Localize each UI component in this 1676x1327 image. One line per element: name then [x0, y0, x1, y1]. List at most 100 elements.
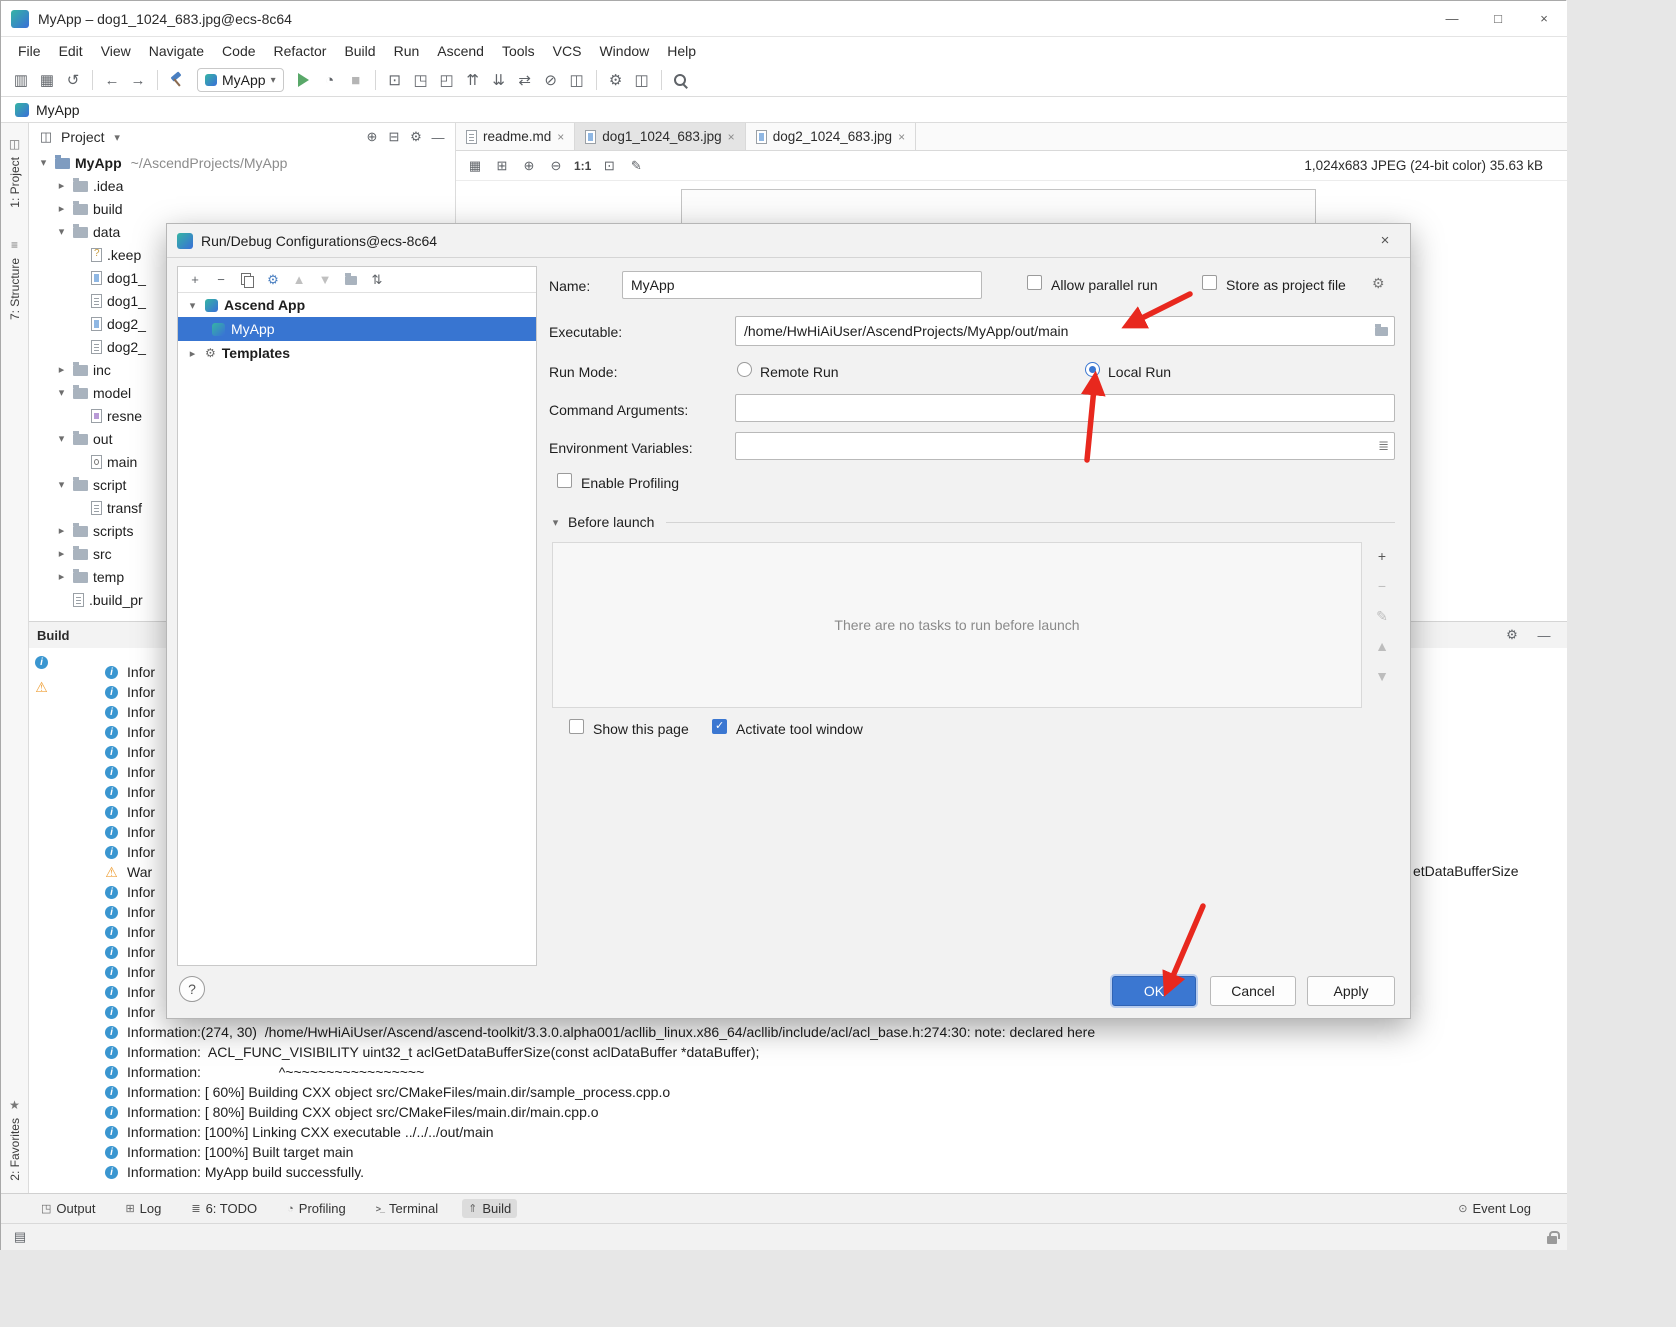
lock-icon[interactable]	[1547, 1230, 1560, 1244]
menu-item[interactable]: Navigate	[140, 40, 213, 62]
settings-wrench-icon[interactable]	[604, 68, 628, 92]
tab-dog2-image[interactable]: dog2_1024_683.jpg	[746, 123, 917, 150]
chevron-icon[interactable]	[37, 156, 50, 169]
menu-item[interactable]: Refactor	[265, 40, 336, 62]
help-button[interactable]	[179, 976, 205, 1002]
stop-icon[interactable]	[344, 68, 368, 92]
dialog-close-icon[interactable]	[1370, 232, 1400, 249]
move-down-icon[interactable]	[317, 272, 333, 288]
tool-window-button[interactable]: Build	[462, 1199, 518, 1218]
build-hammer-icon[interactable]	[165, 68, 189, 92]
chevron-icon[interactable]	[549, 516, 562, 529]
store-as-project-file-checkbox[interactable]	[1202, 275, 1217, 290]
remove-configuration-icon[interactable]	[213, 272, 229, 288]
back-icon[interactable]	[100, 68, 124, 92]
download-icon[interactable]	[487, 68, 511, 92]
menu-item[interactable]: Help	[658, 40, 705, 62]
locate-file-icon[interactable]	[363, 128, 381, 146]
tool-window-button[interactable]: Terminal	[370, 1199, 444, 1218]
ok-button[interactable]: OK	[1112, 976, 1196, 1006]
menu-item[interactable]: View	[92, 40, 140, 62]
menu-item[interactable]: Build	[335, 40, 384, 62]
event-log-button[interactable]: Event Log	[1452, 1199, 1537, 1218]
menu-item[interactable]: Code	[213, 40, 264, 62]
settings-gear-icon[interactable]	[1503, 626, 1521, 644]
project-root-row[interactable]: MyApp ~/AscendProjects/MyApp	[29, 151, 455, 174]
maximize-icon[interactable]	[1475, 1, 1521, 36]
tool-window-button[interactable]: 6: TODO	[185, 1199, 263, 1218]
sort-configurations-icon[interactable]	[369, 272, 385, 288]
activate-tool-window-checkbox[interactable]	[712, 719, 727, 734]
minimize-icon[interactable]	[1429, 1, 1475, 36]
edit-variables-icon[interactable]	[1378, 438, 1389, 454]
profiler-icon[interactable]	[318, 68, 342, 92]
remove-task-icon[interactable]	[1372, 576, 1392, 596]
zoom-in-icon[interactable]	[520, 157, 538, 175]
tab-close-icon[interactable]	[898, 130, 905, 144]
edit-task-icon[interactable]	[1372, 606, 1392, 626]
tool-stripe-structure[interactable]: 7: Structure	[8, 238, 22, 320]
zoom-out-icon[interactable]	[547, 157, 565, 175]
menu-item[interactable]: Ascend	[428, 40, 493, 62]
warning-filter-icon[interactable]	[35, 679, 48, 696]
menu-item[interactable]: VCS	[544, 40, 591, 62]
move-task-down-icon[interactable]	[1372, 666, 1392, 686]
info-filter-icon[interactable]	[35, 656, 48, 669]
save-all-icon[interactable]	[35, 68, 59, 92]
breadcrumb[interactable]: MyApp	[36, 102, 80, 118]
close-icon[interactable]	[1521, 1, 1567, 36]
remote-debug-icon[interactable]	[435, 68, 459, 92]
hide-panel-icon[interactable]	[1535, 626, 1553, 644]
command-arguments-input[interactable]	[735, 394, 1395, 422]
tab-close-icon[interactable]	[557, 130, 564, 144]
cancel-button[interactable]: Cancel	[1210, 976, 1296, 1006]
copy-configuration-icon[interactable]	[239, 272, 255, 288]
menu-item[interactable]: Tools	[493, 40, 544, 62]
tab-dog1-image[interactable]: dog1_1024_683.jpg	[575, 123, 746, 150]
settings-gear-icon[interactable]	[407, 128, 425, 146]
show-this-page-checkbox[interactable]	[569, 719, 584, 734]
menu-item[interactable]: File	[9, 40, 50, 62]
project-tree-item[interactable]: .idea	[29, 174, 455, 197]
run-configuration-selector[interactable]: MyApp	[197, 68, 284, 92]
attach-icon[interactable]	[383, 68, 407, 92]
tab-close-icon[interactable]	[728, 130, 735, 144]
open-icon[interactable]	[9, 68, 33, 92]
menu-item[interactable]: Run	[385, 40, 429, 62]
executable-input[interactable]	[735, 316, 1395, 346]
project-tree-item[interactable]: build	[29, 197, 455, 220]
remote-run-radio[interactable]	[737, 362, 752, 377]
new-folder-icon[interactable]	[343, 272, 359, 288]
run-icon[interactable]	[292, 68, 316, 92]
project-panel-title[interactable]: Project	[61, 129, 105, 145]
zoom-level[interactable]: 1:1	[574, 159, 591, 173]
coverage-icon[interactable]	[539, 68, 563, 92]
browse-folder-icon[interactable]	[1375, 324, 1388, 336]
menu-item[interactable]: Edit	[50, 40, 92, 62]
add-task-icon[interactable]	[1372, 546, 1392, 566]
config-group-templates[interactable]: Templates	[178, 341, 536, 365]
tab-readme[interactable]: readme.md	[456, 123, 576, 150]
search-icon[interactable]	[669, 68, 693, 92]
monitor-icon[interactable]	[565, 68, 589, 92]
add-configuration-icon[interactable]	[187, 272, 203, 288]
environment-variables-input[interactable]	[735, 432, 1395, 460]
upload-icon[interactable]	[461, 68, 485, 92]
chevron-icon[interactable]	[186, 299, 199, 312]
name-input[interactable]	[622, 271, 982, 299]
chevron-down-icon[interactable]	[111, 131, 124, 144]
pipette-icon[interactable]	[627, 157, 645, 175]
before-launch-task-list[interactable]: There are no tasks to run before launch	[552, 542, 1362, 708]
local-run-radio[interactable]	[1085, 362, 1100, 377]
config-group-ascend-app[interactable]: Ascend App	[178, 293, 536, 317]
edit-defaults-icon[interactable]	[265, 272, 281, 288]
hide-panel-icon[interactable]	[429, 128, 447, 146]
tool-window-button[interactable]: Log	[119, 1199, 167, 1218]
enable-profiling-checkbox[interactable]	[557, 473, 572, 488]
tool-window-button[interactable]: Profiling	[281, 1199, 352, 1218]
remote-run-icon[interactable]	[409, 68, 433, 92]
allow-parallel-run-checkbox[interactable]	[1027, 275, 1042, 290]
collapse-all-icon[interactable]	[385, 128, 403, 146]
menu-item[interactable]: Window	[590, 40, 658, 62]
project-structure-icon[interactable]	[630, 68, 654, 92]
